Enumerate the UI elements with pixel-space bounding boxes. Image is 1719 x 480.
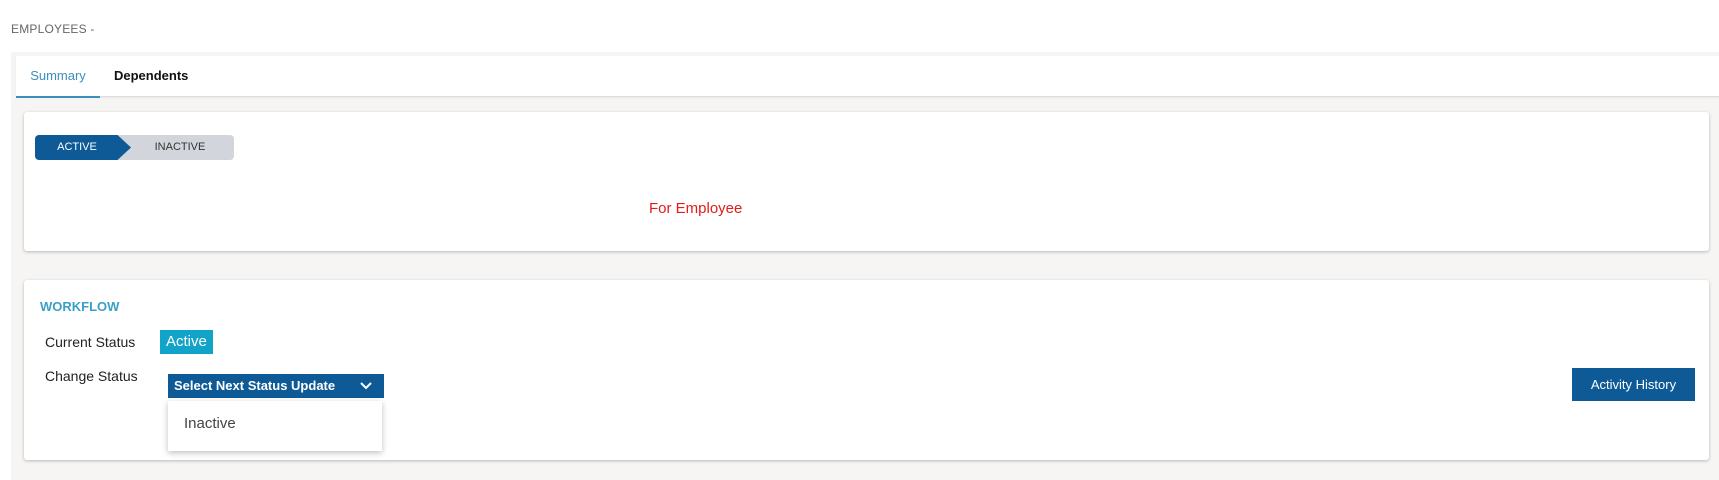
tab-bar: Summary Dependents: [16, 56, 1719, 98]
workflow-title: WORKFLOW: [40, 299, 120, 314]
status-step-active[interactable]: ACTIVE: [35, 135, 131, 160]
activity-history-button[interactable]: Activity History: [1572, 368, 1695, 401]
tab-dependents[interactable]: Dependents: [114, 56, 188, 96]
status-select[interactable]: Select Next Status Update: [168, 374, 384, 398]
for-employee-text: For Employee: [649, 200, 743, 217]
status-dropdown-menu: Inactive: [168, 401, 382, 451]
page-title: EMPLOYEES -: [11, 22, 95, 36]
summary-card: INACTIVE ACTIVE For Employee: [24, 112, 1709, 251]
dropdown-option-inactive[interactable]: Inactive: [184, 415, 236, 432]
workflow-card: WORKFLOW Current Status Active Change St…: [24, 280, 1709, 460]
tab-summary[interactable]: Summary: [16, 56, 100, 98]
status-step-inactive[interactable]: INACTIVE: [116, 135, 234, 160]
status-select-label: Select Next Status Update: [174, 378, 336, 393]
change-status-label: Change Status: [45, 368, 138, 384]
current-status-label: Current Status: [45, 334, 136, 350]
status-badge: Active: [160, 330, 213, 354]
chevron-down-icon: [358, 374, 374, 398]
